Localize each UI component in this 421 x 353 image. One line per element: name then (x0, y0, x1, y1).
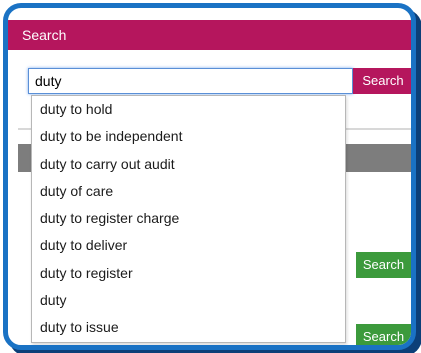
suggestion-item[interactable]: duty to carry out audit (32, 151, 345, 178)
search-panel-header: Search (8, 20, 411, 50)
suggestion-item[interactable]: duty of care (32, 178, 345, 205)
suggestion-item[interactable]: duty to hold (32, 96, 345, 123)
search-input[interactable] (28, 68, 353, 94)
suggestion-item[interactable]: duty to register (32, 260, 345, 287)
suggestion-item[interactable]: duty (32, 287, 345, 314)
search-button[interactable]: Search (353, 68, 411, 94)
suggestion-item[interactable]: duty to issue (32, 314, 345, 341)
autocomplete-dropdown: duty to hold duty to be independent duty… (31, 95, 346, 343)
search-button-secondary[interactable]: Search (356, 252, 411, 278)
suggestion-item[interactable]: duty to be independent (32, 123, 345, 150)
suggestion-item[interactable]: duty to deliver (32, 232, 345, 259)
suggestion-item[interactable]: duty to register charge (32, 205, 345, 232)
search-button-tertiary[interactable]: Search (356, 324, 411, 345)
search-panel-frame: Search Search Search Search duty to hold… (3, 3, 416, 350)
